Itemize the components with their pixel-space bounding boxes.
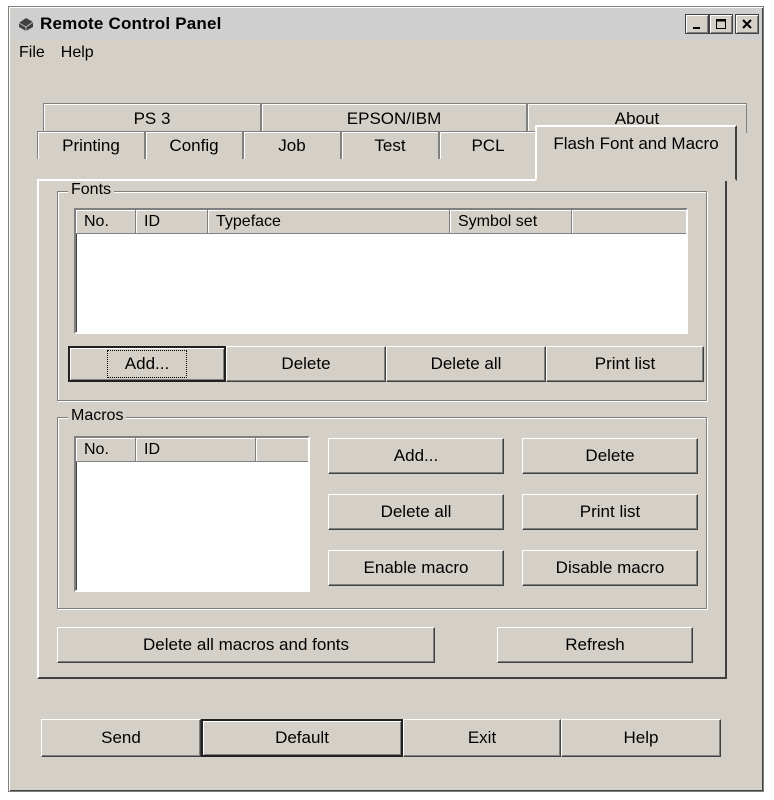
tab-test[interactable]: Test xyxy=(341,131,439,159)
column-header-no[interactable]: No. xyxy=(76,210,136,234)
tab-label: PS 3 xyxy=(133,108,171,128)
fonts-group-label: Fonts xyxy=(68,181,115,199)
button-label: Print list xyxy=(594,354,656,373)
menu-file[interactable]: File xyxy=(11,44,53,62)
fonts-group: Fonts No. ID Typeface Symbol set Add... … xyxy=(57,181,707,401)
button-label: Delete xyxy=(281,354,331,373)
tab-label: PCL xyxy=(471,135,505,155)
tab-label: Job xyxy=(278,135,306,155)
tab-label: Printing xyxy=(62,135,120,155)
delete-all-macros-and-fonts-button[interactable]: Delete all macros and fonts xyxy=(57,627,435,663)
macros-list-header: No. ID xyxy=(76,438,308,462)
printer-app-icon xyxy=(18,18,34,31)
remote-control-panel-window: Remote Control Panel File Help PS 3 EPSO… xyxy=(8,6,764,792)
minimize-icon xyxy=(693,27,700,29)
fonts-print-list-button[interactable]: Print list xyxy=(546,346,704,382)
send-button[interactable]: Send xyxy=(41,719,201,757)
column-header-symbol-set[interactable]: Symbol set xyxy=(450,210,572,234)
tab-label: Flash Font and Macro xyxy=(553,134,719,153)
button-label: Refresh xyxy=(565,635,625,654)
tab-label: Test xyxy=(374,135,406,155)
tab-flash-font-and-macro[interactable]: Flash Font and Macro xyxy=(535,125,737,181)
button-label: Exit xyxy=(467,728,497,747)
help-button[interactable]: Help xyxy=(561,719,721,757)
button-label: Disable macro xyxy=(555,558,665,577)
macros-delete-all-button[interactable]: Delete all xyxy=(328,494,504,530)
macros-group: Macros No. ID Add... Delete Delete all P… xyxy=(57,407,707,609)
button-label: Add... xyxy=(106,350,188,378)
menu-bar: File Help xyxy=(11,41,102,65)
macros-list[interactable]: No. ID xyxy=(74,436,310,592)
maximize-button[interactable] xyxy=(709,14,733,34)
tab-label: Config xyxy=(169,135,219,155)
button-label: Enable macro xyxy=(363,558,469,577)
minimize-button[interactable] xyxy=(685,14,709,34)
tab-printing[interactable]: Printing xyxy=(37,131,145,159)
fonts-list-header: No. ID Typeface Symbol set xyxy=(76,210,686,234)
column-header-id[interactable]: ID xyxy=(136,438,256,462)
button-label: Default xyxy=(275,728,329,747)
macros-delete-button[interactable]: Delete xyxy=(522,438,698,474)
button-label: Help xyxy=(623,728,659,747)
macros-print-list-button[interactable]: Print list xyxy=(522,494,698,530)
fonts-list[interactable]: No. ID Typeface Symbol set xyxy=(74,208,688,334)
refresh-button[interactable]: Refresh xyxy=(497,627,693,663)
tab-epson-ibm[interactable]: EPSON/IBM xyxy=(261,103,527,133)
exit-button[interactable]: Exit xyxy=(403,719,561,757)
tab-ps3[interactable]: PS 3 xyxy=(43,103,261,133)
close-icon xyxy=(742,19,752,29)
disable-macro-button[interactable]: Disable macro xyxy=(522,550,698,586)
column-header-typeface[interactable]: Typeface xyxy=(208,210,450,234)
fonts-delete-button[interactable]: Delete xyxy=(226,346,386,382)
column-header-no[interactable]: No. xyxy=(76,438,136,462)
button-label: Print list xyxy=(579,502,641,521)
tab-pcl[interactable]: PCL xyxy=(439,131,537,159)
tab-panel: Fonts No. ID Typeface Symbol set Add... … xyxy=(37,179,727,679)
macros-group-label: Macros xyxy=(68,407,127,425)
column-header-filler xyxy=(572,210,686,234)
tab-config[interactable]: Config xyxy=(145,131,243,159)
button-label: Send xyxy=(101,728,141,747)
fonts-add-button[interactable]: Add... xyxy=(68,346,226,382)
fonts-delete-all-button[interactable]: Delete all xyxy=(386,346,546,382)
button-label: Delete xyxy=(585,446,635,465)
button-label: Delete all xyxy=(430,354,502,373)
default-button[interactable]: Default xyxy=(201,719,403,757)
button-label: Delete all macros and fonts xyxy=(143,635,349,654)
window-title: Remote Control Panel xyxy=(40,14,222,33)
tab-label: EPSON/IBM xyxy=(346,108,442,128)
column-header-filler xyxy=(256,438,308,462)
title-bar[interactable]: Remote Control Panel xyxy=(11,9,761,39)
macros-add-button[interactable]: Add... xyxy=(328,438,504,474)
tab-job[interactable]: Job xyxy=(243,131,341,159)
close-button[interactable] xyxy=(735,14,759,34)
button-label: Add... xyxy=(393,446,439,465)
menu-help[interactable]: Help xyxy=(53,44,102,62)
enable-macro-button[interactable]: Enable macro xyxy=(328,550,504,586)
maximize-icon xyxy=(716,19,726,29)
column-header-id[interactable]: ID xyxy=(136,210,208,234)
button-label: Delete all xyxy=(380,502,452,521)
